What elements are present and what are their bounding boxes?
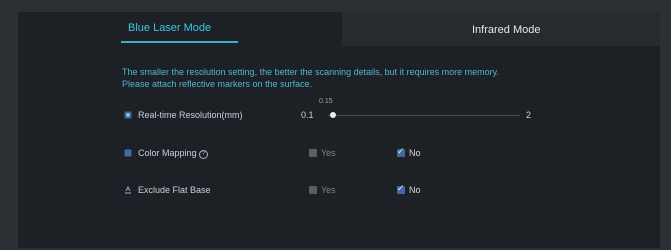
description-line-1: The smaller the resolution setting, the … bbox=[122, 67, 500, 77]
exclude-flat-base-yes-checkbox[interactable] bbox=[309, 186, 317, 194]
resolution-icon bbox=[124, 111, 132, 119]
resolution-min-label: 0.1 bbox=[301, 110, 314, 120]
exclude-flat-base-no-label: No bbox=[409, 185, 421, 195]
resolution-slider-track[interactable] bbox=[328, 115, 520, 116]
color-mapping-yes-checkbox[interactable] bbox=[309, 149, 317, 157]
color-mapping-no-checkbox[interactable]: ✓ bbox=[397, 146, 405, 157]
exclude-flat-base-no-checkbox[interactable]: ✓ bbox=[397, 183, 405, 194]
flat-base-icon bbox=[125, 186, 131, 194]
active-tab-indicator bbox=[121, 41, 238, 43]
resolution-current-value: 0.15 bbox=[319, 98, 333, 105]
tab-blue-laser-mode[interactable]: Blue Laser Mode bbox=[18, 12, 342, 46]
exclude-flat-base-yes-label: Yes bbox=[321, 185, 336, 195]
color-mapping-text: Color Mapping bbox=[138, 148, 197, 158]
exclude-flat-base-label: Exclude Flat Base bbox=[138, 185, 211, 195]
checkmark-icon: ✓ bbox=[397, 146, 405, 156]
color-mapping-no-label: No bbox=[409, 148, 421, 158]
color-palette-icon bbox=[124, 149, 132, 157]
color-mapping-label: Color Mapping ? bbox=[138, 148, 209, 159]
resolution-max-label: 2 bbox=[526, 110, 532, 120]
scan-settings-panel: Blue Laser Mode Infrared Mode The smalle… bbox=[18, 12, 660, 248]
color-mapping-yes-label: Yes bbox=[321, 148, 336, 158]
resolution-label: Real-time Resolution(mm) bbox=[138, 110, 243, 120]
tab-infrared-mode[interactable]: Infrared Mode bbox=[342, 12, 660, 46]
checkmark-icon: ✓ bbox=[397, 183, 405, 193]
resolution-slider-thumb[interactable] bbox=[330, 112, 337, 118]
question-circle-icon[interactable]: ? bbox=[199, 150, 209, 159]
tab-label: Infrared Mode bbox=[472, 24, 541, 36]
description-line-2: Please attach reflective markers on the … bbox=[122, 79, 313, 89]
tab-label: Blue Laser Mode bbox=[128, 22, 212, 34]
mode-tabs: Blue Laser Mode Infrared Mode bbox=[18, 12, 660, 46]
